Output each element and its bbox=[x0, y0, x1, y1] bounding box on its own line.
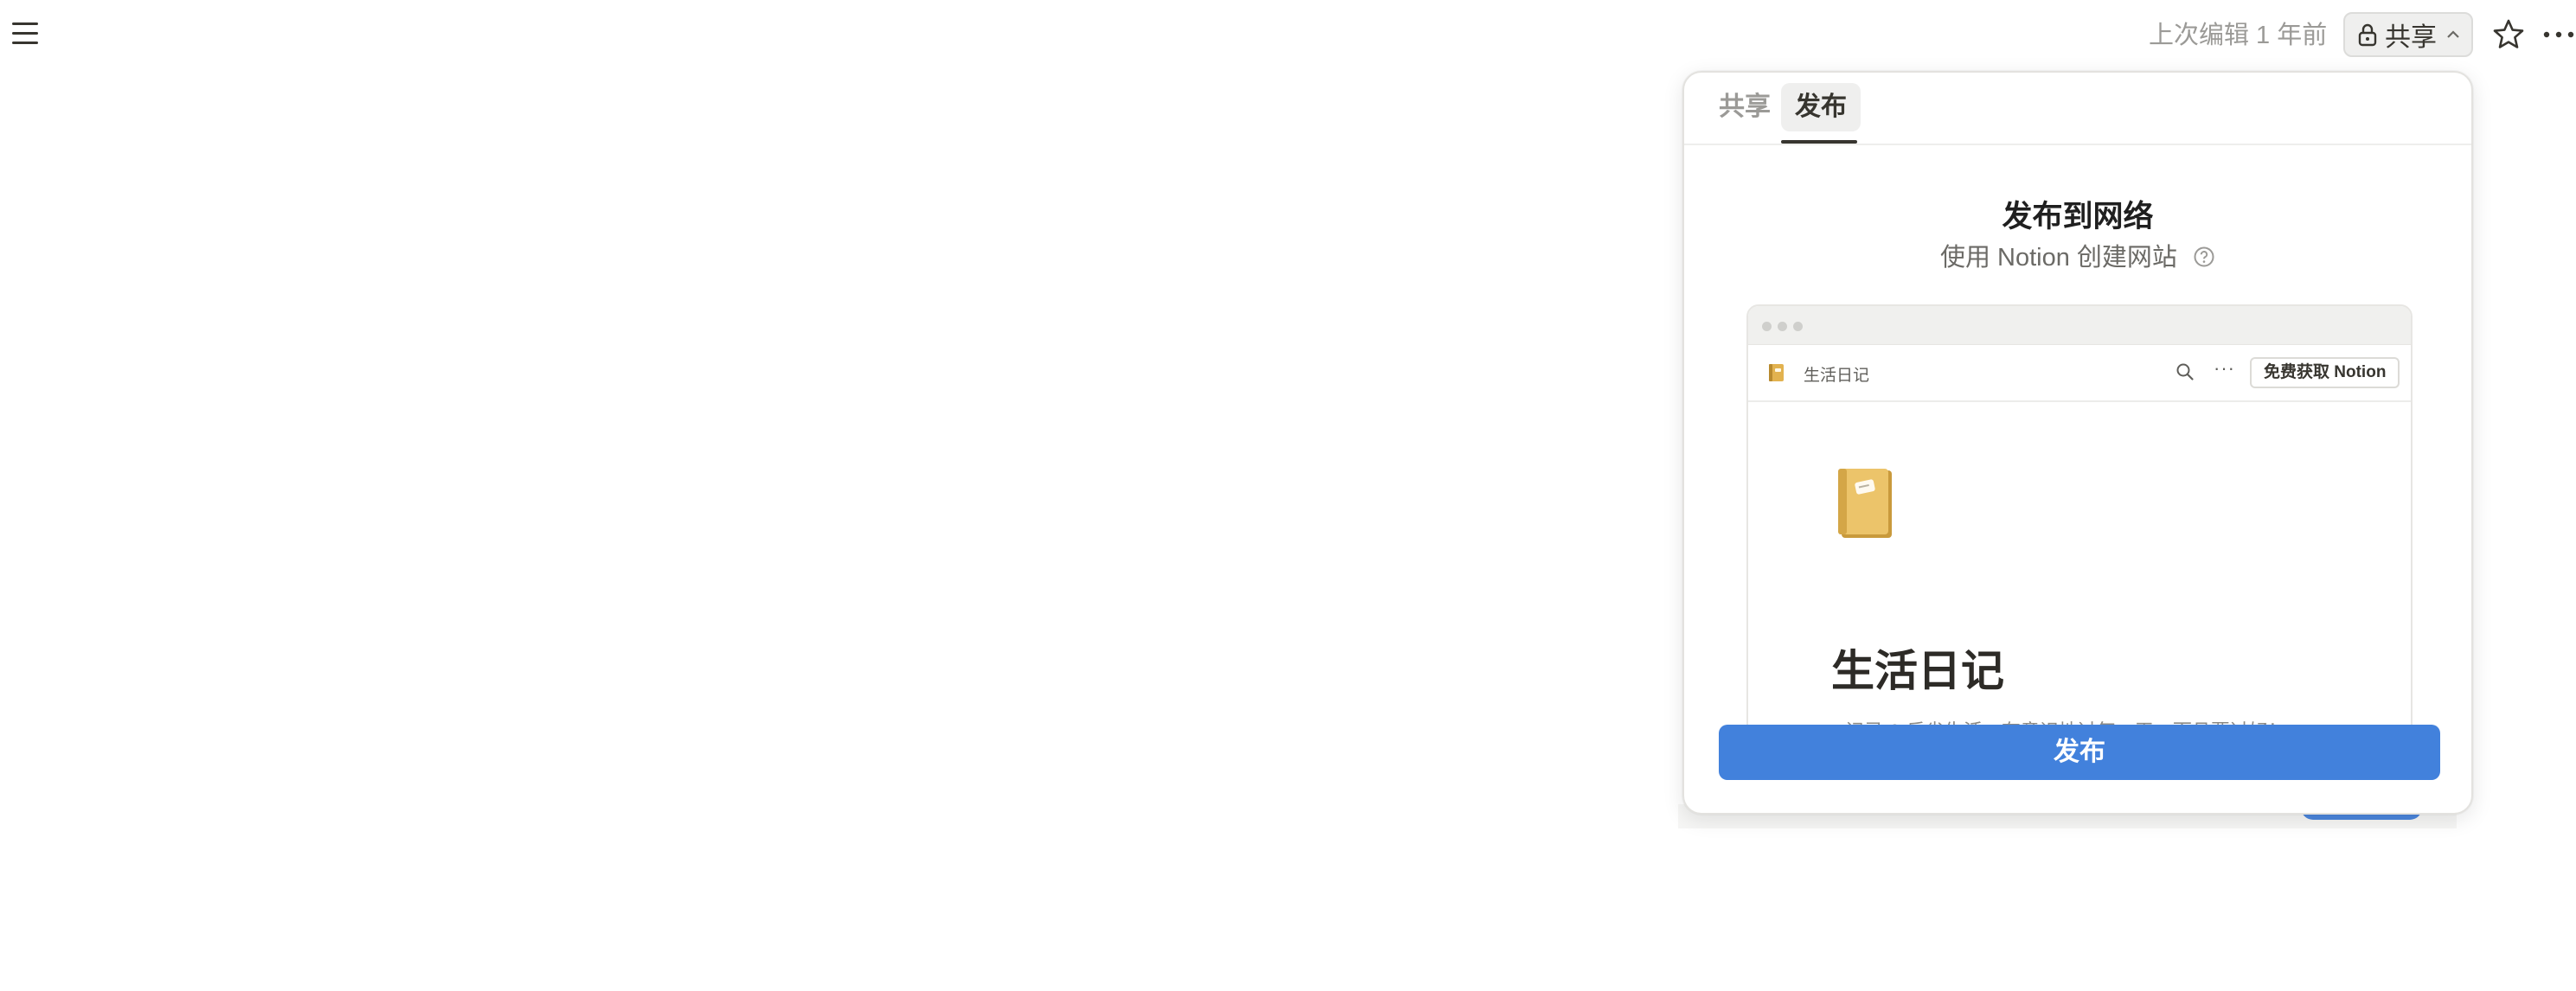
notebook-icon bbox=[1838, 469, 1892, 538]
site-preview: 生活日记 ··· 免费获取 Notion 生活日记 记录 & 反省生活，有意识地… bbox=[1746, 304, 2413, 737]
menu-icon-line bbox=[12, 22, 38, 25]
window-dot bbox=[1793, 322, 1803, 331]
panel-tab-bar: 共享 发布 bbox=[1684, 73, 2471, 145]
last-edited-text: 上次编辑 1 年前 bbox=[2149, 22, 2328, 49]
share-button-label: 共享 bbox=[2385, 23, 2437, 52]
publish-subtitle-row: 使用 Notion 创建网站 bbox=[1684, 237, 2471, 273]
tab-share[interactable]: 共享 bbox=[1705, 83, 1785, 131]
preview-nav-title: 生活日记 bbox=[1804, 367, 1870, 385]
menu-icon-line bbox=[12, 32, 38, 35]
window-dot bbox=[1762, 322, 1772, 331]
preview-get-notion-button: 免费获取 Notion bbox=[2250, 357, 2400, 388]
menu-icon-line bbox=[12, 42, 38, 44]
tab-publish[interactable]: 发布 bbox=[1781, 83, 1861, 131]
tab-selected-indicator bbox=[1781, 140, 1857, 144]
preview-page-title: 生活日记 bbox=[1831, 647, 2004, 695]
notebook-icon bbox=[1769, 364, 1784, 381]
chevron-up-icon bbox=[2447, 30, 2459, 38]
share-button[interactable]: 共享 bbox=[2343, 12, 2473, 57]
share-publish-popover: 共享 发布 发布到网络 使用 Notion 创建网站 生活日记 ··· 免费获取… bbox=[1682, 71, 2473, 815]
lock-icon bbox=[2358, 23, 2377, 47]
search-icon bbox=[2176, 363, 2194, 380]
publish-subtitle: 使用 Notion 创建网站 bbox=[1939, 244, 2177, 272]
publish-button[interactable]: 发布 bbox=[1719, 725, 2440, 780]
preview-browser-chrome bbox=[1748, 306, 2411, 345]
preview-more-icon: ··· bbox=[2214, 357, 2235, 379]
sidebar-menu-button[interactable] bbox=[9, 19, 43, 50]
star-icon[interactable] bbox=[2491, 17, 2526, 52]
preview-navbar: 生活日记 ··· 免费获取 Notion bbox=[1748, 345, 2411, 402]
publish-title: 发布到网络 bbox=[2002, 200, 2154, 233]
window-dot bbox=[1778, 322, 1787, 331]
help-icon[interactable] bbox=[2193, 246, 2215, 268]
more-horizontal-icon[interactable] bbox=[2541, 21, 2576, 48]
